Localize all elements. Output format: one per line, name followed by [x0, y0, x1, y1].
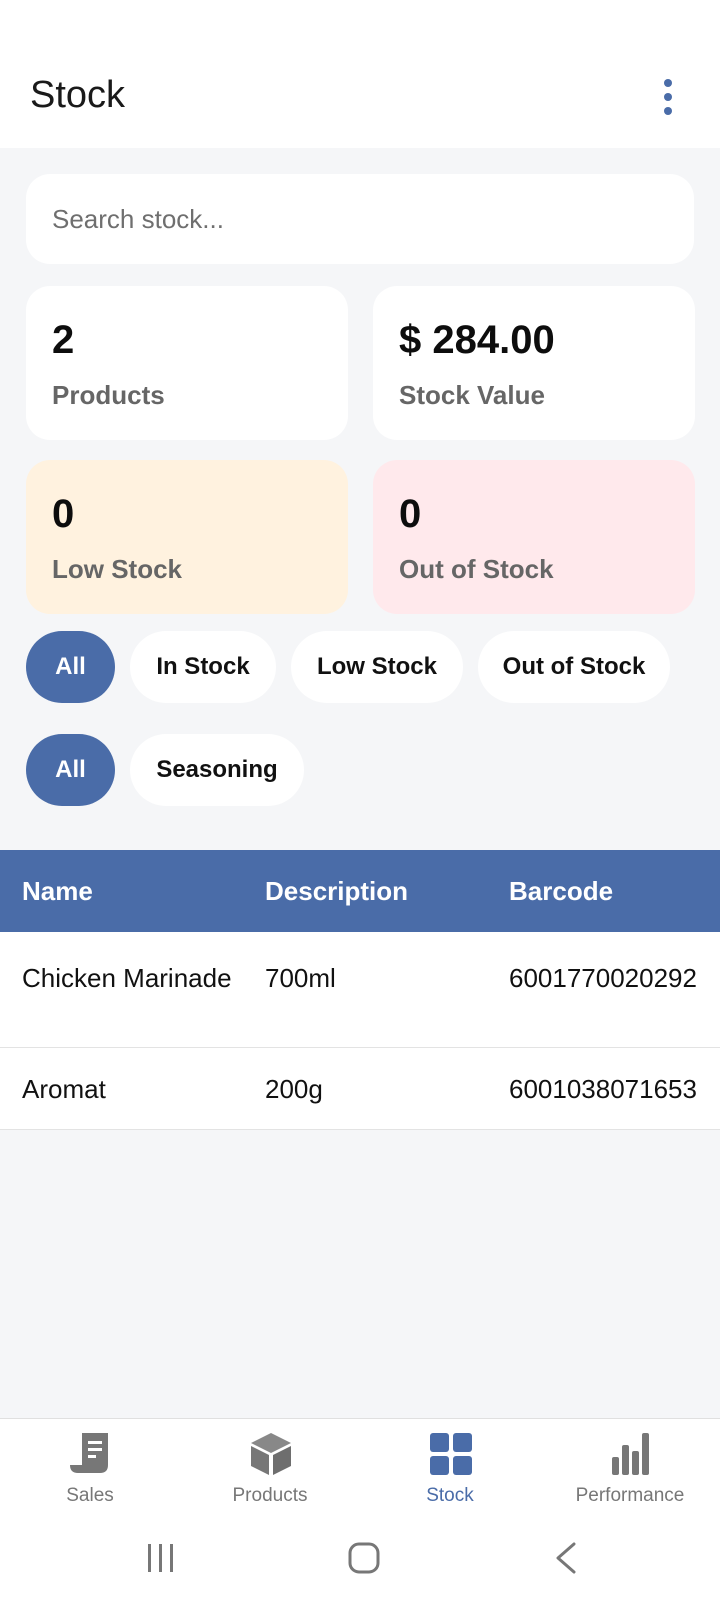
home-icon[interactable]: [348, 1542, 380, 1574]
page-title: Stock: [30, 74, 126, 116]
column-header-description[interactable]: Description: [265, 876, 408, 907]
stat-card-out-of-stock: 0 Out of Stock: [373, 460, 695, 614]
app-header: Stock: [0, 0, 720, 148]
table-row[interactable]: Chicken Marinade 700ml 6001770020292: [0, 932, 720, 1048]
box-icon: [251, 1433, 291, 1475]
more-options-button[interactable]: [648, 74, 688, 120]
stat-value: $ 284.00: [399, 318, 555, 362]
nav-item-sales[interactable]: Sales: [0, 1419, 180, 1521]
table-row[interactable]: Aromat 200g 6001038071653: [0, 1048, 720, 1130]
nav-label: Products: [232, 1485, 308, 1506]
search-input[interactable]: [26, 174, 694, 264]
stat-value: 2: [52, 318, 75, 362]
stat-label: Stock Value: [399, 380, 545, 410]
stat-card-low-stock: 0 Low Stock: [26, 460, 348, 614]
stock-table: Name Description Barcode Chicken Marinad…: [0, 850, 720, 1130]
menu-dot-icon: [664, 93, 672, 101]
receipt-icon: [70, 1433, 108, 1473]
menu-dot-icon: [664, 79, 672, 87]
stat-label: Low Stock: [52, 554, 183, 584]
column-header-barcode[interactable]: Barcode: [509, 876, 613, 907]
nav-label: Sales: [66, 1485, 114, 1506]
back-icon[interactable]: [554, 1542, 578, 1574]
column-header-name[interactable]: Name: [22, 876, 242, 907]
stat-card-stock-value: $ 284.00 Stock Value: [373, 286, 695, 440]
recent-apps-icon[interactable]: [146, 1542, 176, 1574]
system-navigation-bar: [0, 1520, 720, 1600]
filter-chip-out-of-stock[interactable]: Out of Stock: [478, 631, 670, 703]
cell-name: Chicken Marinade: [22, 963, 232, 993]
filter-chip-in-stock[interactable]: In Stock: [130, 631, 276, 703]
nav-label: Performance: [575, 1485, 685, 1506]
stat-value: 0: [52, 492, 75, 536]
bottom-navigation: Sales Products Stock Performance: [0, 1418, 720, 1520]
nav-item-stock[interactable]: Stock: [360, 1419, 540, 1521]
stat-card-products: 2 Products: [26, 286, 348, 440]
stat-label: Out of Stock: [399, 554, 554, 584]
table-header: Name Description Barcode: [0, 850, 720, 932]
cell-description: 200g: [265, 1074, 323, 1104]
cell-description: 700ml: [265, 963, 336, 993]
filter-chip-low-stock[interactable]: Low Stock: [291, 631, 463, 703]
menu-dot-icon: [664, 107, 672, 115]
stat-value: 0: [399, 492, 422, 536]
cell-barcode: 6001038071653: [509, 1074, 697, 1104]
grid-icon: [430, 1433, 472, 1475]
nav-item-products[interactable]: Products: [180, 1419, 360, 1521]
cell-barcode: 6001770020292: [509, 963, 697, 993]
cell-name: Aromat: [22, 1074, 106, 1104]
stat-label: Products: [52, 380, 165, 410]
filter-chip-all[interactable]: All: [26, 631, 115, 703]
nav-label: Stock: [426, 1485, 474, 1506]
nav-item-performance[interactable]: Performance: [540, 1419, 720, 1521]
category-chip-all[interactable]: All: [26, 734, 115, 806]
bar-chart-icon: [612, 1433, 649, 1475]
category-chip-seasoning[interactable]: Seasoning: [130, 734, 304, 806]
